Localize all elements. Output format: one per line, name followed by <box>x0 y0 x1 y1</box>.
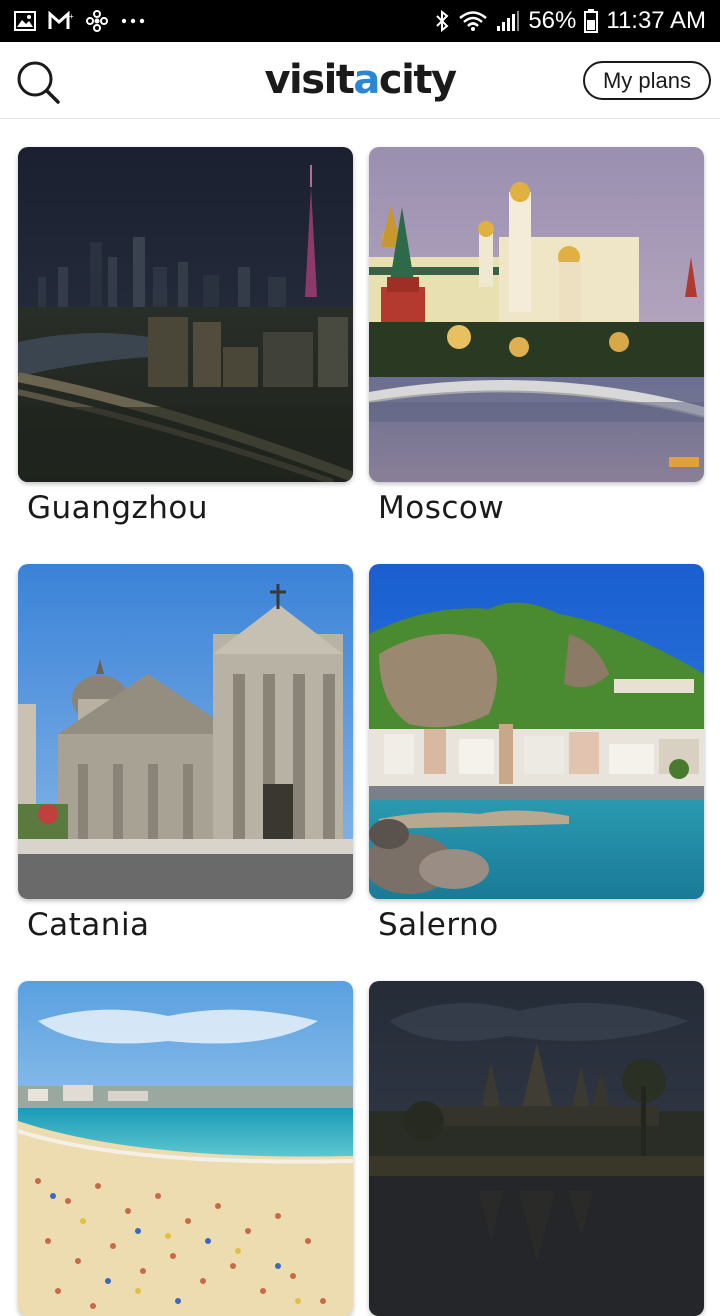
wifi-icon <box>458 10 488 32</box>
city-image-guangzhou[interactable] <box>18 147 353 482</box>
city-name-moscow: Moscow <box>378 490 505 526</box>
status-bar: + 56% 11:37 AM <box>0 0 720 42</box>
city-name-catania: Catania <box>27 907 150 943</box>
bluetooth-icon <box>434 9 450 33</box>
my-plans-label: My plans <box>602 67 691 93</box>
city-card-guangzhou[interactable]: Guangzhou <box>18 147 353 526</box>
svg-text:+: + <box>69 12 74 21</box>
signal-icon <box>496 10 520 32</box>
city-image-temple[interactable] <box>369 981 704 1316</box>
city-name-salerno: Salerno <box>378 907 499 943</box>
my-plans-button[interactable]: My plans <box>582 61 711 100</box>
logo-suffix: city <box>378 57 457 103</box>
city-image-moscow[interactable] <box>369 147 704 482</box>
city-image-salerno[interactable] <box>369 564 704 899</box>
city-image-beach[interactable] <box>18 981 353 1316</box>
more-dots-icon <box>120 17 146 25</box>
fan-icon <box>86 10 108 32</box>
visitacity-logo: visitacity <box>264 57 457 103</box>
battery-percent: 56% <box>528 7 577 34</box>
logo-prefix: visit <box>264 57 354 103</box>
search-icon <box>17 61 60 104</box>
city-card-temple[interactable] <box>369 981 704 1316</box>
status-right-icons: 56% 11:37 AM <box>434 7 706 35</box>
city-card-moscow[interactable]: Moscow <box>369 147 704 526</box>
gmail-icon: + <box>48 11 74 31</box>
city-card-salerno[interactable]: Salerno <box>369 564 704 943</box>
clock: 11:37 AM <box>606 7 706 34</box>
status-left-icons: + <box>14 10 146 32</box>
city-card-beach[interactable] <box>18 981 353 1316</box>
search-button[interactable] <box>14 58 62 106</box>
logo-accent: a <box>353 57 380 103</box>
city-name-guangzhou: Guangzhou <box>27 490 209 526</box>
gallery-icon <box>14 11 36 31</box>
app-header: visitacity My plans <box>0 42 720 119</box>
battery-icon <box>584 9 599 33</box>
city-image-catania[interactable] <box>18 564 353 899</box>
city-card-catania[interactable]: Catania <box>18 564 353 943</box>
